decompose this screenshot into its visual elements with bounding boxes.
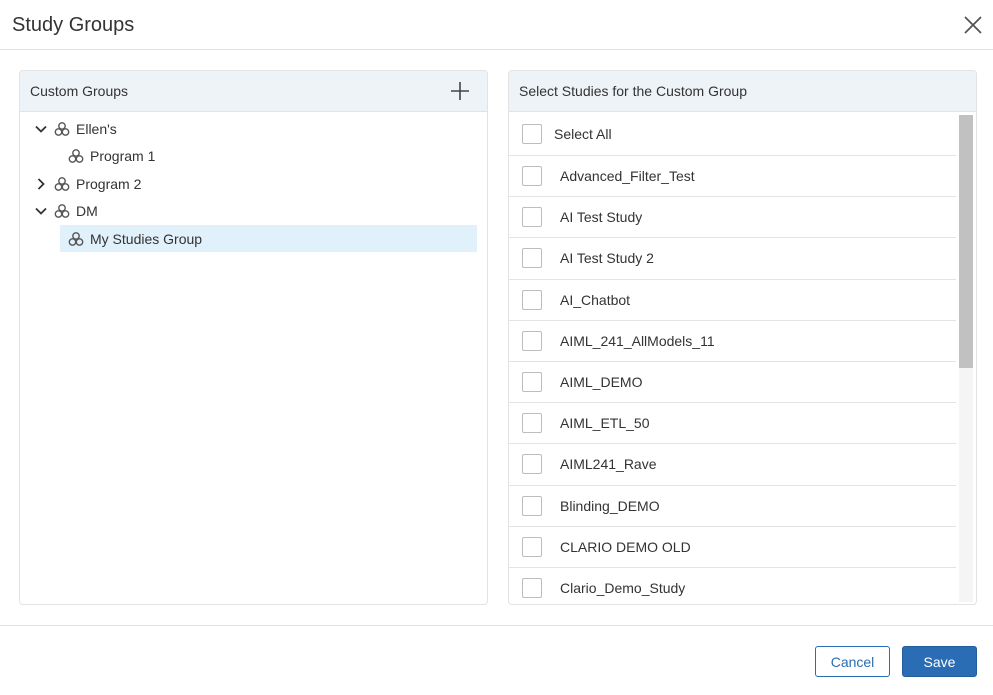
study-name: Blinding_DEMO	[560, 497, 660, 514]
group-icon	[68, 148, 84, 164]
study-name: AIML241_Rave	[560, 456, 657, 473]
chevron-down-icon[interactable]	[34, 122, 48, 136]
save-button[interactable]: Save	[902, 646, 977, 677]
study-checkbox[interactable]	[522, 372, 542, 393]
study-checkbox[interactable]	[522, 413, 542, 434]
study-row[interactable]: AIML241_Rave	[509, 444, 956, 486]
study-row[interactable]: AIML_DEMO	[509, 362, 956, 404]
study-name: Clario_Demo_Study	[560, 579, 686, 596]
select-all-checkbox[interactable]	[522, 123, 542, 144]
study-row[interactable]: AI_Chatbot	[509, 280, 956, 321]
tree-node-label: DM	[76, 203, 98, 219]
group-icon	[68, 231, 84, 247]
tree-node[interactable]: Program 1	[60, 143, 477, 170]
dialog-title: Study Groups	[12, 14, 135, 36]
select-studies-header: Select Studies for the Custom Group	[509, 71, 976, 112]
scrollbar-thumb[interactable]	[959, 115, 973, 368]
cancel-button[interactable]: Cancel	[815, 646, 890, 677]
chevron-right-icon[interactable]	[34, 177, 48, 191]
study-row[interactable]: AI Test Study 2	[509, 238, 956, 280]
study-row[interactable]: Blinding_DEMO	[509, 486, 956, 527]
study-checkbox[interactable]	[522, 207, 542, 228]
tree-node-label: My Studies Group	[90, 230, 203, 247]
study-checkbox[interactable]	[522, 330, 542, 351]
tree-node[interactable]: Program 2	[34, 170, 474, 197]
chevron-down-icon[interactable]	[34, 204, 48, 218]
select-studies-panel: Select Studies for the Custom Group Sele…	[508, 70, 977, 605]
select-studies-title: Select Studies for the Custom Group	[519, 83, 747, 99]
study-checkbox[interactable]	[522, 536, 542, 557]
study-checkbox[interactable]	[522, 495, 542, 516]
study-checkbox[interactable]	[522, 577, 542, 598]
plus-icon	[451, 82, 469, 100]
select-all-label: Select All	[554, 125, 612, 142]
study-checkbox[interactable]	[522, 166, 542, 187]
tree-node[interactable]: DM	[34, 198, 474, 225]
close-icon[interactable]	[961, 13, 985, 37]
tree-node-label: Program 1	[90, 148, 156, 164]
select-all-row[interactable]: Select All	[509, 112, 956, 156]
study-list: Advanced_Filter_Test AI Test Study AI Test…	[509, 156, 956, 604]
tree-node-label: Ellen's	[76, 120, 117, 137]
add-group-button[interactable]	[449, 80, 471, 102]
study-name: AI Test Study 2	[560, 250, 654, 267]
study-checkbox[interactable]	[522, 289, 542, 310]
custom-groups-title: Custom Groups	[30, 83, 129, 99]
study-row[interactable]: AI Test Study	[509, 197, 956, 239]
study-checkbox[interactable]	[522, 454, 542, 475]
study-name: AIML_DEMO	[560, 374, 643, 391]
study-checkbox[interactable]	[522, 248, 542, 269]
study-name: Advanced_Filter_Test	[560, 168, 695, 185]
study-row[interactable]: CLARIO DEMO OLD	[509, 527, 956, 568]
custom-groups-header: Custom Groups	[20, 71, 487, 112]
group-icon	[54, 176, 70, 192]
tree-node-label: Program 2	[76, 175, 142, 192]
study-row[interactable]: Clario_Demo_Study	[509, 568, 956, 604]
tree-node[interactable]: Ellen's	[34, 115, 474, 142]
custom-groups-panel: Custom Groups Ellen's Program 1 Program 2 D…	[19, 70, 488, 605]
studies-list-container: Select All Advanced_Filter_Test AI Test S…	[509, 112, 976, 604]
group-icon	[54, 203, 70, 219]
dialog-footer: Cancel Save	[0, 625, 993, 695]
tree-node[interactable]: My Studies Group	[60, 225, 477, 252]
study-name: CLARIO DEMO OLD	[560, 538, 691, 555]
study-name: AI Test Study	[560, 209, 643, 226]
study-row[interactable]: AIML_ETL_50	[509, 403, 956, 445]
group-icon	[54, 121, 70, 137]
dialog-header: Study Groups	[0, 0, 993, 50]
study-row[interactable]: AIML_241_AllModels_11	[509, 321, 956, 362]
study-row[interactable]: Advanced_Filter_Test	[509, 156, 956, 198]
study-name: AIML_241_AllModels_11	[560, 332, 715, 349]
study-name: AIML_ETL_50	[560, 415, 650, 432]
study-name: AI_Chatbot	[560, 291, 631, 308]
